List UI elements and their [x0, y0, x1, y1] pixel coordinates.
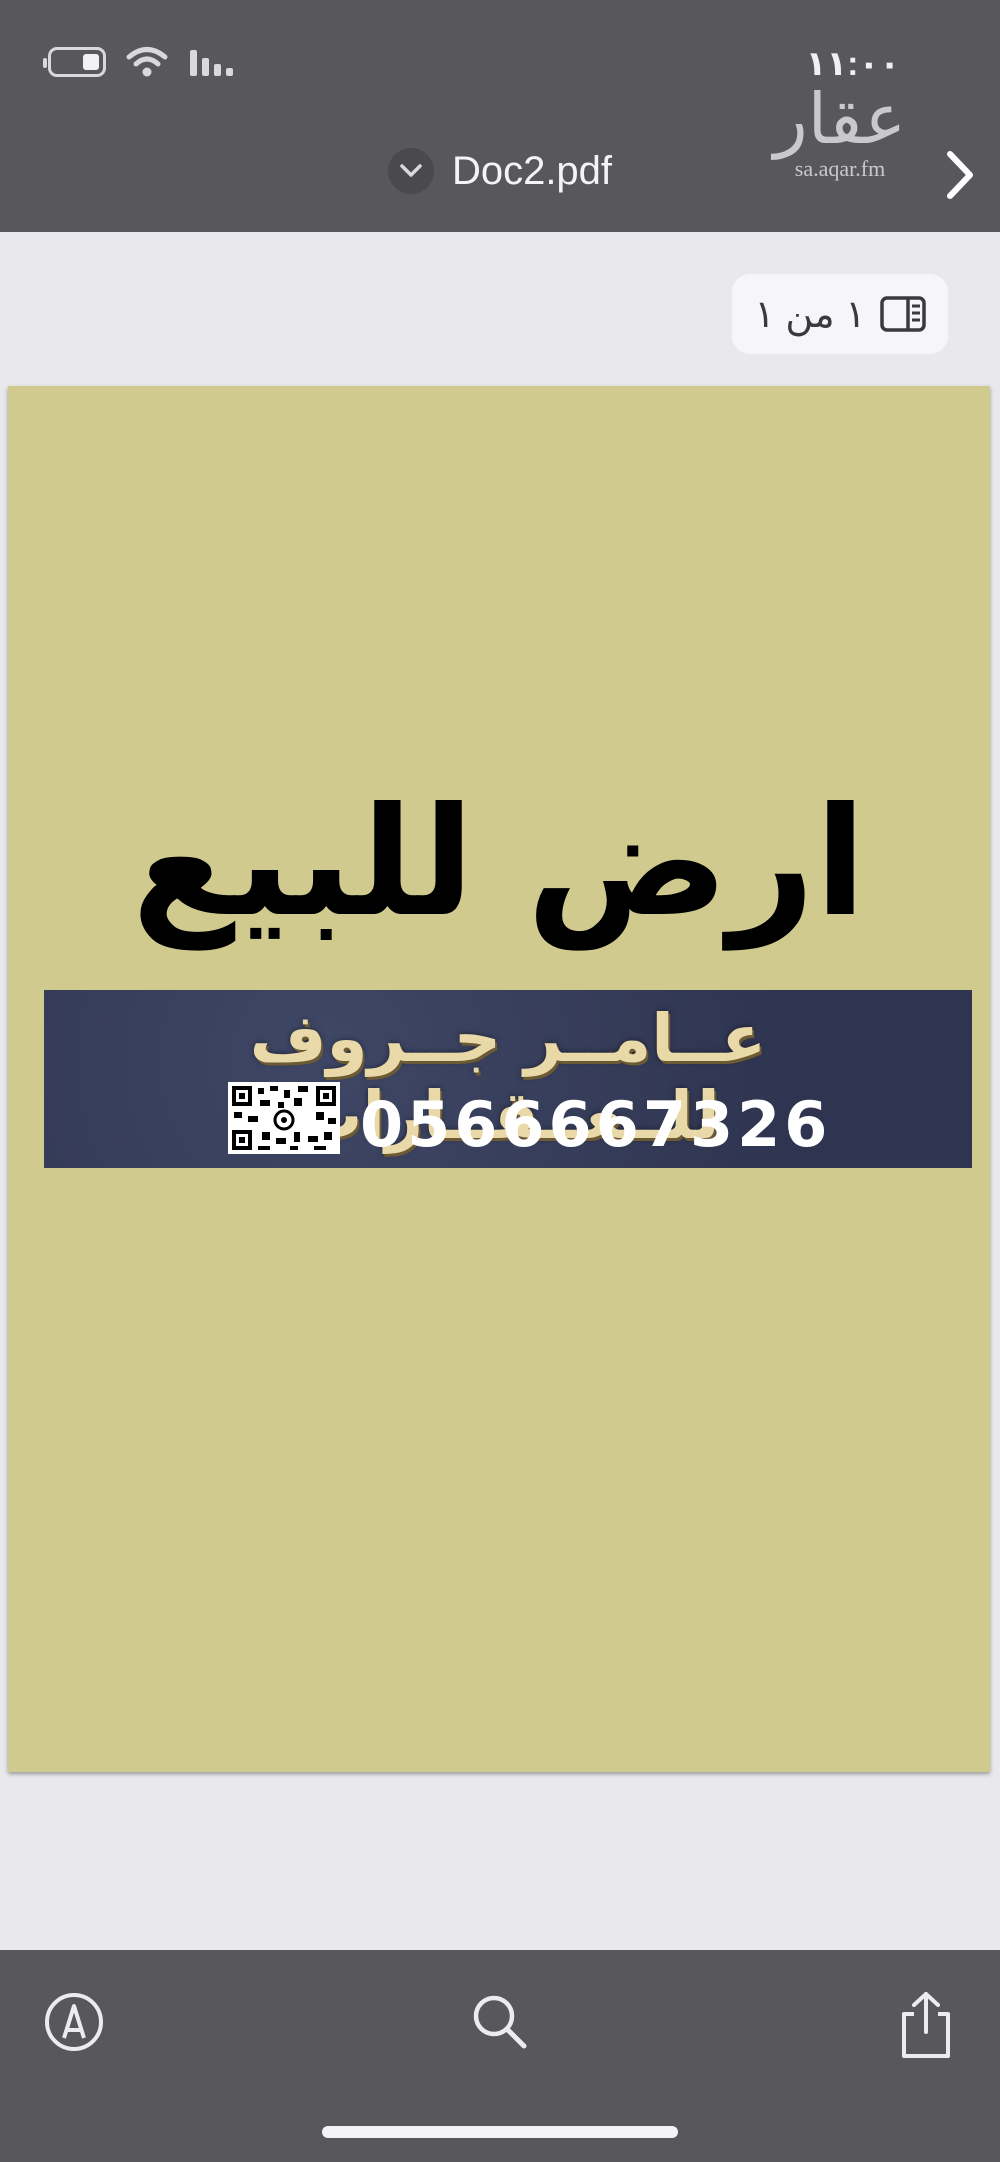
page-indicator[interactable]: ١ من ١	[732, 274, 948, 354]
document-title-row[interactable]: Doc2.pdf	[0, 148, 1000, 194]
agency-phone: 0566667326	[360, 1088, 832, 1161]
sidebar-icon	[879, 296, 926, 332]
home-indicator[interactable]	[322, 2126, 678, 2138]
status-icons	[43, 46, 234, 78]
share-icon	[902, 1992, 950, 2058]
page-indicator-label: ١ من ١	[754, 293, 866, 336]
page-headline: ارض للبيع	[131, 776, 867, 950]
agency-banner: عــامــر جــروف للــعــقــارات 056666732…	[44, 990, 972, 1168]
pdf-page[interactable]: ارض للبيع عــامــر جــروف للــعــقــارات…	[8, 386, 990, 1772]
chevron-right-icon	[947, 151, 973, 199]
search-icon	[473, 1995, 527, 2049]
title-menu-button[interactable]	[387, 148, 434, 194]
battery-icon	[43, 47, 106, 77]
watermark-logo-text: عقار	[773, 78, 907, 160]
document-title: Doc2.pdf	[451, 148, 613, 193]
chevron-down-icon	[400, 164, 422, 177]
top-bar: ١١:٠٠ عقار sa.aqar.fm Doc2.pdf	[0, 0, 1000, 232]
share-button[interactable]	[894, 1990, 958, 2058]
next-button[interactable]	[942, 148, 978, 207]
markup-button[interactable]	[42, 1990, 106, 2054]
wifi-icon	[126, 47, 168, 77]
qr-code-icon	[228, 1082, 340, 1154]
markup-icon	[45, 1993, 103, 2051]
signal-icon	[190, 50, 233, 76]
search-button[interactable]	[468, 1990, 532, 2054]
